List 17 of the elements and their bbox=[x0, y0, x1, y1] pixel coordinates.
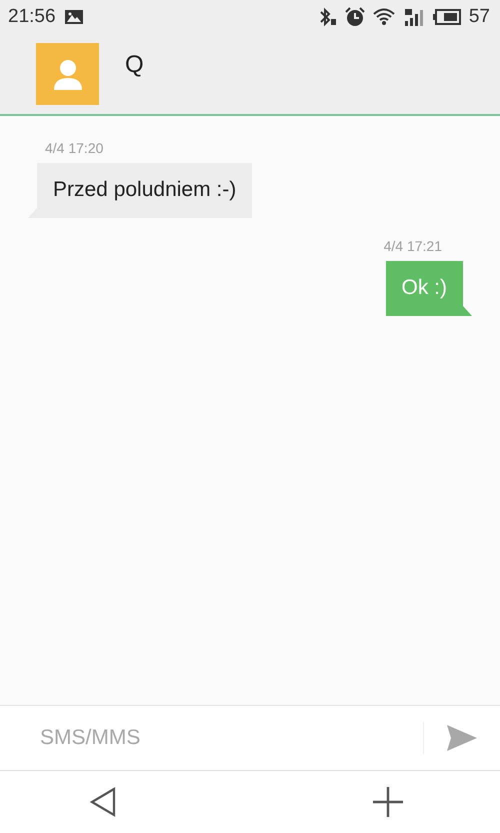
contact-name: Q bbox=[125, 51, 144, 79]
message-composer[interactable]: SMS/MMS bbox=[0, 705, 500, 771]
battery-level: 57 bbox=[468, 6, 490, 28]
add-button[interactable] bbox=[372, 786, 404, 818]
outgoing-message: Ok :) bbox=[386, 261, 472, 316]
incoming-message: Przed poludniem :-) bbox=[28, 163, 252, 218]
battery-icon bbox=[432, 8, 461, 24]
wifi-icon bbox=[372, 8, 395, 26]
bluetooth-icon bbox=[318, 6, 337, 26]
alarm-icon bbox=[344, 6, 365, 26]
back-button[interactable] bbox=[90, 787, 116, 817]
message-time: 4/4 17:20 bbox=[45, 140, 104, 156]
image-icon bbox=[64, 8, 84, 24]
signal-icon bbox=[402, 6, 425, 26]
message-input[interactable]: SMS/MMS bbox=[38, 725, 423, 751]
message-time: 4/4 17:21 bbox=[384, 238, 442, 254]
status-time: 21:56 bbox=[8, 6, 56, 28]
